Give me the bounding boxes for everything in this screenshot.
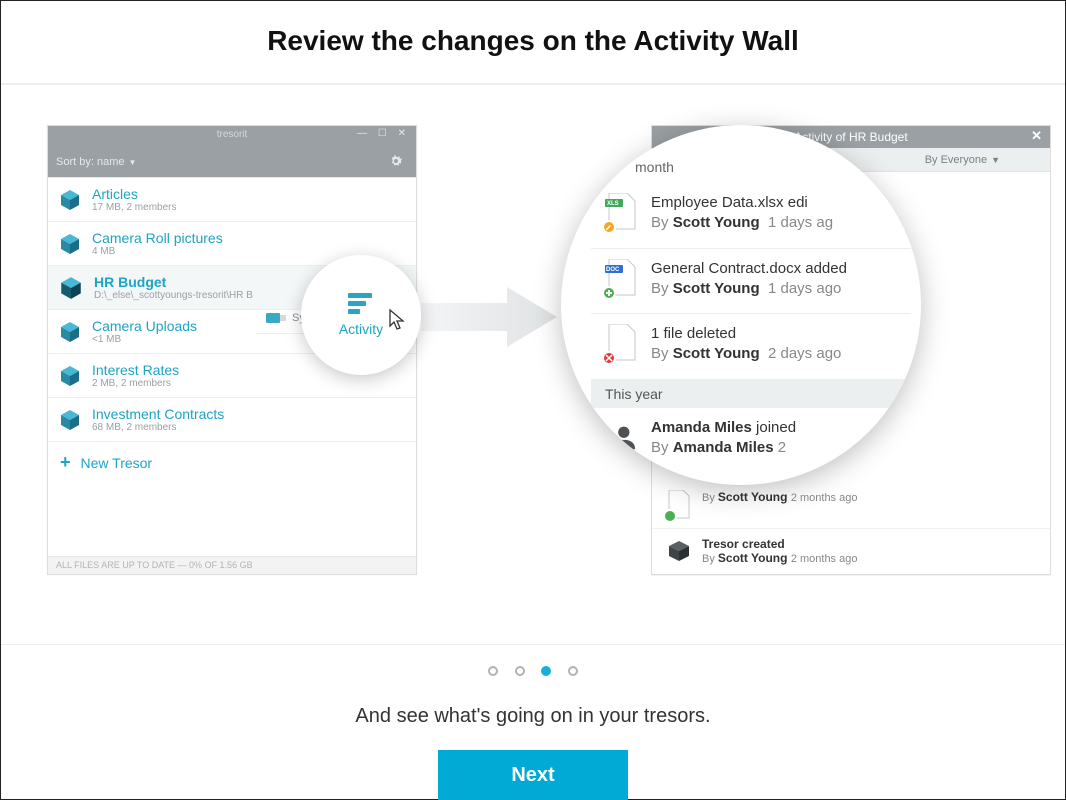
arrow-right-icon: [421, 285, 561, 349]
file-xls-icon: XLS: [605, 193, 637, 231]
activity-item[interactable]: DOC General Contract.docx added By Scott…: [591, 249, 911, 315]
activity-item[interactable]: By Scott Young 2 months ago: [652, 482, 1050, 529]
tresor-cube-icon: [58, 275, 84, 301]
page-title: Review the changes on the Activity Wall: [1, 25, 1065, 57]
page-dot[interactable]: [515, 666, 525, 676]
delete-badge-icon: [602, 351, 616, 365]
new-tresor-button[interactable]: + New Tresor: [48, 442, 416, 483]
chevron-down-icon: ▼: [991, 155, 1000, 165]
tresor-item[interactable]: Articles17 MB, 2 members: [48, 178, 416, 222]
page-dot[interactable]: [568, 666, 578, 676]
plus-icon: +: [60, 452, 71, 473]
activity-icon: [348, 293, 374, 315]
pagination-dots: [1, 663, 1065, 681]
tresor-cube-icon: [58, 188, 82, 212]
file-doc-icon: DOC: [605, 259, 637, 297]
tresor-cube-icon: [58, 232, 82, 256]
file-icon: [666, 490, 692, 520]
edit-badge-icon: [602, 220, 616, 234]
section-label-month: month: [591, 155, 911, 183]
next-button[interactable]: Next: [438, 750, 628, 800]
window-titlebar: tresorit — ☐ ✕: [48, 126, 416, 147]
activity-magnifier: month XLS Employee Data.xlsx edi By Scot…: [561, 125, 921, 485]
page-dot-active[interactable]: [541, 666, 551, 676]
close-icon[interactable]: ✕: [1031, 128, 1042, 144]
add-badge-icon: [663, 509, 677, 523]
caption: And see what's going on in your tresors.: [1, 705, 1065, 728]
add-badge-icon: [602, 286, 616, 300]
tresor-cube-icon: [58, 408, 82, 432]
activity-label: Activity: [339, 321, 383, 337]
gear-icon[interactable]: [388, 153, 404, 172]
svg-text:DOC: DOC: [606, 267, 620, 273]
window-controls[interactable]: — ☐ ✕: [357, 128, 410, 139]
app-name: tresorit: [217, 129, 248, 140]
file-deleted-icon: [605, 324, 637, 362]
sort-bar[interactable]: Sort by: name ▼: [48, 147, 416, 177]
tresor-created-icon: [666, 537, 692, 567]
tresor-cube-icon: [58, 364, 82, 388]
activity-item[interactable]: 1 file deleted By Scott Young 2 days ago: [591, 314, 911, 380]
status-bar: ALL FILES ARE UP TO DATE — 0% OF 1.56 GB: [48, 556, 416, 574]
tresor-cube-icon: [58, 320, 82, 344]
section-label-year: This year: [591, 380, 911, 408]
chevron-down-icon: ▼: [128, 158, 136, 167]
user-joined-icon: [605, 418, 637, 456]
activity-item[interactable]: Amanda Miles joined By Amanda Miles 2: [591, 408, 911, 473]
svg-text:XLS: XLS: [607, 201, 619, 207]
activity-item[interactable]: Tresor createdBy Scott Young 2 months ag…: [652, 529, 1050, 576]
page-dot[interactable]: [488, 666, 498, 676]
illustration-stage: tresorit — ☐ ✕ Sort by: name ▼ Articles1…: [1, 85, 1065, 645]
sort-label: Sort by: name: [56, 156, 124, 168]
activity-item[interactable]: XLS Employee Data.xlsx edi By Scott Youn…: [591, 183, 911, 249]
onboarding-title-bar: Review the changes on the Activity Wall: [1, 1, 1065, 85]
tresor-item[interactable]: Investment Contracts68 MB, 2 members: [48, 398, 416, 442]
cursor-icon: [389, 309, 407, 336]
